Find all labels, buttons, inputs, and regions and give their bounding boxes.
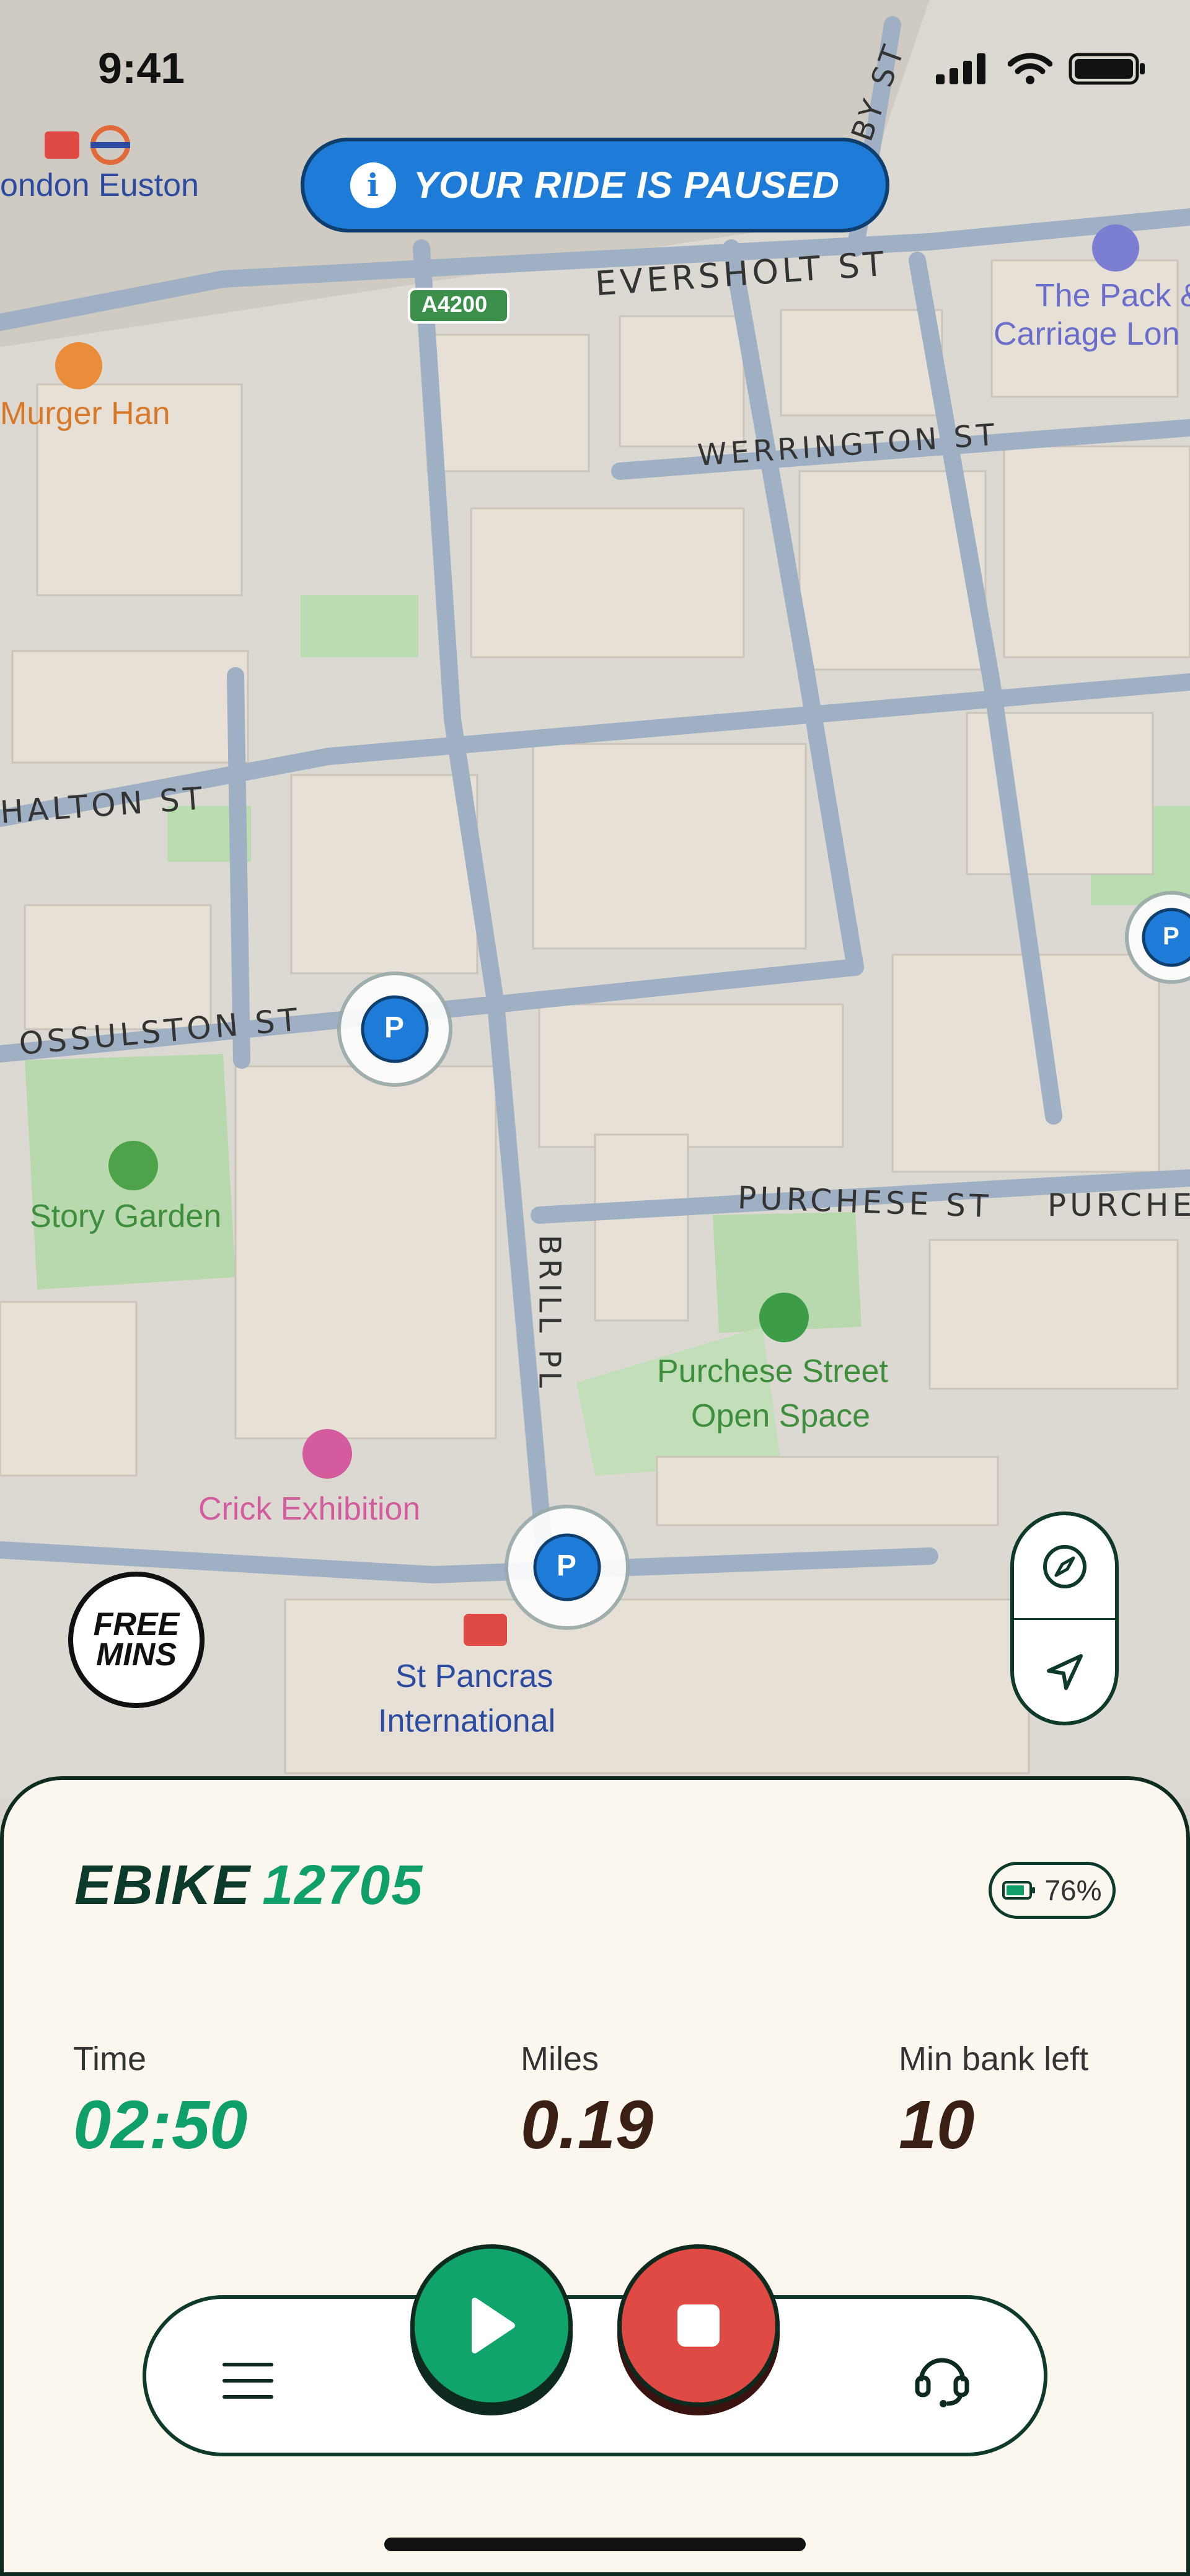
end-ride-button[interactable] [617,2244,780,2407]
locate-me-button[interactable] [1014,1621,1115,1723]
poi-st-pancras-line2[interactable]: International [378,1703,555,1740]
ride-paused-banner: i YOUR RIDE IS PAUSED [301,138,889,232]
parking-marker-label[interactable]: P [384,1011,404,1045]
ride-paused-text: YOUR RIDE IS PAUSED [413,164,840,206]
resume-ride-button[interactable] [410,2244,573,2407]
stat-time-value: 02:50 [73,2087,248,2163]
street-brill: BRILL PL [532,1234,567,1392]
support-button[interactable] [905,2340,979,2415]
poi-murger-han[interactable]: Murger Han [0,396,170,433]
poi-london-euston[interactable]: ondon Euston [0,167,199,205]
battery-badge: 76% [989,1862,1116,1919]
stat-min-bank-label: Min bank left [899,2040,1089,2078]
compass-button[interactable] [1014,1515,1115,1618]
poi-purchese-street-line2[interactable]: Open Space [691,1398,870,1435]
free-mins-line2: MINS [96,1637,177,1673]
stop-icon [677,2304,720,2347]
free-mins-badge[interactable]: FREE MINS [68,1572,205,1708]
battery-percent: 76% [1044,1874,1102,1906]
menu-button[interactable] [211,2344,285,2418]
home-indicator[interactable] [384,2538,806,2551]
stat-miles-label: Miles [521,2040,599,2078]
stat-min-bank-value: 10 [899,2087,975,2163]
status-time: 9:41 [98,44,185,92]
parking-marker-label[interactable]: P [1163,922,1179,950]
cellular-signal-icon [936,53,985,84]
battery-icon [1002,1881,1036,1900]
status-icons [936,53,1147,85]
headset-icon [915,2358,969,2407]
street-purchese-2: PURCHES [1047,1187,1190,1223]
stat-time: Time 02:50 [73,2040,247,2164]
poi-the-pack-line1[interactable]: The Pack & [1035,278,1190,315]
play-icon [472,2298,515,2353]
vehicle-title: EBIKE 12705 [74,1854,423,1918]
stat-miles: Miles 0.19 [521,2040,653,2164]
poi-story-garden[interactable]: Story Garden [30,1198,221,1236]
stat-miles-value: 0.19 [521,2087,654,2163]
vehicle-number: 12705 [262,1854,424,1916]
road-shield-a4200: A4200 [421,291,488,317]
location-arrow-icon [1046,1653,1083,1690]
hamburger-menu-icon [223,2363,273,2399]
battery-status-icon [1069,53,1145,85]
poi-the-pack-line2[interactable]: Carriage Lon [994,316,1180,353]
free-mins-line1: FREE [93,1606,180,1642]
vehicle-type: EBIKE [74,1854,252,1916]
poi-purchese-street-line1[interactable]: Purchese Street [657,1353,888,1391]
poi-crick-exhibition[interactable]: Crick Exhibition [198,1491,420,1528]
parking-marker-label[interactable]: P [557,1549,576,1583]
stat-min-bank: Min bank left 10 [899,2040,1088,2164]
poi-st-pancras-line1[interactable]: St Pancras [395,1658,553,1696]
stat-time-label: Time [73,2040,146,2078]
map-controls [1010,1512,1119,1725]
compass-icon [1042,1544,1086,1588]
wifi-icon [1008,53,1052,84]
info-icon: i [350,162,396,208]
